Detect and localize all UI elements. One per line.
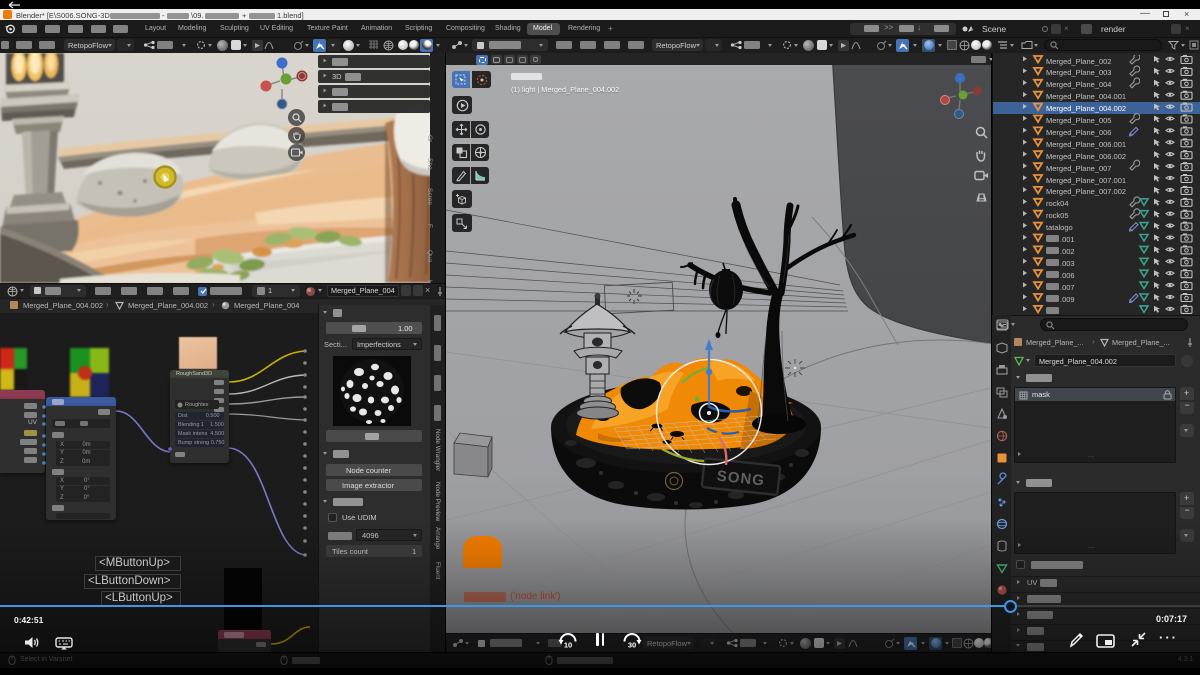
- svg-text:30: 30: [628, 641, 636, 650]
- svg-text:10: 10: [564, 641, 572, 650]
